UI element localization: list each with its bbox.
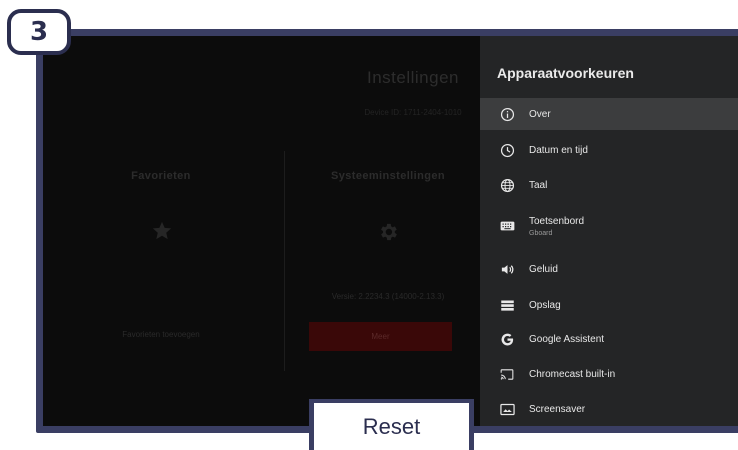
menu-item-label: Screensaver: [529, 403, 586, 415]
menu-item-label: Chromecast built-in: [529, 368, 616, 380]
volume-icon: [499, 261, 515, 277]
menu-item-sublabel: Gboard: [529, 229, 553, 237]
menu-item-label: Google Assistent: [529, 333, 605, 345]
version-text: Versie: 2.2234.3 (14000-2.13.3): [331, 292, 445, 301]
step-number-badge: 3: [7, 9, 71, 55]
clock-icon: [499, 142, 515, 158]
menu-item-label: Datum en tijd: [529, 144, 588, 156]
menu-item-geluid[interactable]: Geluid: [480, 253, 738, 285]
settings-title: Instellingen: [366, 68, 459, 87]
menu-item-datum-en-tijd[interactable]: Datum en tijd: [480, 134, 738, 166]
menu-item-taal[interactable]: Taal: [480, 169, 738, 201]
menu-item-screensaver[interactable]: Screensaver: [480, 393, 738, 425]
panel-title: Apparaatvoorkeuren: [497, 65, 634, 81]
tv-screen: Instellingen Device ID: 1711-2404-1010 F…: [43, 36, 738, 426]
menu-item-label: Over: [529, 108, 551, 120]
menu-item-toetsenbord[interactable]: Toetsenbord Gboard: [480, 206, 738, 246]
google-icon: [499, 331, 515, 347]
info-icon: [499, 106, 515, 122]
menu-item-chromecast[interactable]: Chromecast built-in: [480, 358, 738, 390]
menu-item-label: Toetsenbord: [529, 215, 585, 227]
menu-item-over[interactable]: Over: [480, 98, 738, 130]
favorites-title: Favorieten: [131, 170, 191, 182]
gear-icon: [381, 223, 397, 241]
system-settings-title: Systeeminstellingen: [331, 170, 445, 182]
device-preferences-panel: Apparaatvoorkeuren Over Datum en tijd Ta…: [480, 36, 738, 426]
menu-item-label: Taal: [529, 179, 548, 191]
menu-item-google-assistent[interactable]: Google Assistent: [480, 323, 738, 355]
meer-button[interactable]: Meer: [309, 322, 452, 351]
column-divider: [284, 151, 285, 371]
menu-item-label: Geluid: [529, 263, 558, 275]
keyboard-icon: [499, 218, 515, 234]
menu-item-opslag[interactable]: Opslag: [480, 289, 738, 321]
reset-tab: Reset: [309, 399, 474, 450]
screensaver-icon: [499, 401, 515, 417]
reset-label: Reset: [314, 403, 469, 450]
storage-icon: [499, 297, 515, 313]
menu-item-label: Opslag: [529, 299, 561, 311]
cast-icon: [499, 366, 515, 382]
star-icon: [152, 221, 172, 240]
globe-icon: [499, 177, 515, 193]
add-favorites-button[interactable]: Favorieten toevoegen: [91, 330, 231, 339]
